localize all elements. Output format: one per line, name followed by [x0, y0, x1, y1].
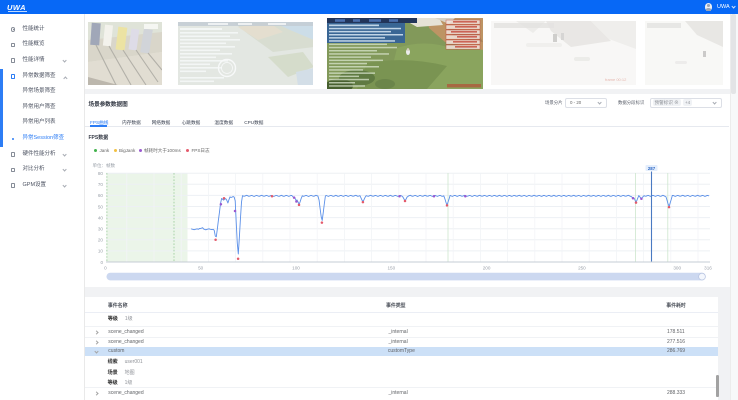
svg-text:100: 100 [292, 266, 300, 271]
svg-text:50: 50 [198, 266, 204, 271]
svg-text:10: 10 [98, 249, 104, 254]
svg-text:70: 70 [98, 182, 104, 187]
svg-text:20: 20 [98, 238, 104, 243]
svg-text:30: 30 [98, 227, 104, 232]
svg-text:80: 80 [98, 171, 104, 176]
svg-text:287: 287 [648, 166, 656, 171]
svg-text:40: 40 [98, 215, 104, 220]
svg-text:60: 60 [98, 193, 104, 198]
svg-text:250: 250 [578, 266, 586, 271]
svg-text:0: 0 [104, 266, 107, 271]
svg-text:300: 300 [673, 266, 681, 271]
svg-text:200: 200 [483, 266, 491, 271]
svg-text:316: 316 [704, 266, 712, 271]
svg-text:0: 0 [100, 260, 103, 265]
svg-text:150: 150 [387, 266, 395, 271]
svg-text:50: 50 [98, 204, 104, 209]
